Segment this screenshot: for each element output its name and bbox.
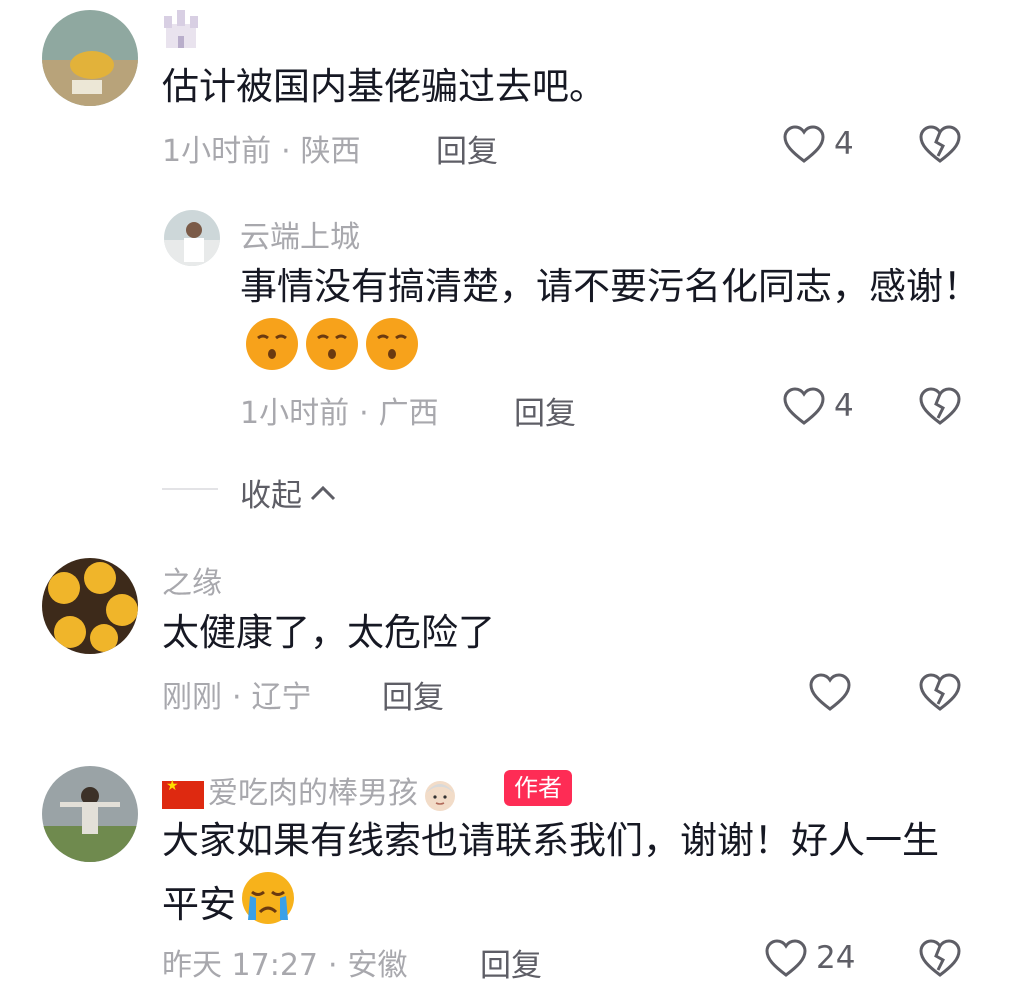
username[interactable]: 之缘 [162,558,222,602]
username[interactable]: 爱吃肉的棒男孩 [208,776,418,811]
dislike-button[interactable] [918,124,962,168]
reply-button[interactable]: 回复 [382,672,444,717]
comment-text-content: 事情没有搞清楚，请不要污名化同志，感谢！ [240,265,980,308]
like-count: 24 [816,940,856,976]
broken-heart-icon [919,125,961,163]
collapse-divider [162,488,218,490]
username-row: 爱吃肉的棒男孩 [162,768,458,813]
avatar[interactable] [42,558,138,654]
heart-icon [809,673,851,711]
dislike-button[interactable] [918,386,962,430]
username[interactable]: 云端上城 [240,212,360,256]
castle-badge [162,8,200,58]
like-button[interactable] [808,672,860,712]
like-button[interactable]: 4 [782,124,854,164]
comment-meta: 刚刚 · 辽宁 [162,680,312,715]
comment-time: 1小时前 [162,134,272,169]
boy-face-icon [425,780,455,811]
collapse-label: 收起 [240,478,302,514]
comment-meta: 昨天 17:27 · 安徽 [162,948,408,983]
comment-text: 大家如果有线索也请联系我们，谢谢！好人一生平安 [162,812,972,943]
like-button[interactable]: 24 [764,938,855,978]
reply-button[interactable]: 回复 [480,940,542,985]
comment-text: 估计被国内基佬骗过去吧。 [162,65,606,108]
reply-button[interactable]: 回复 [514,388,576,433]
avatar[interactable] [42,10,138,106]
china-flag-icon [162,778,204,809]
like-button[interactable]: 4 [782,386,854,426]
comment-text: 事情没有搞清楚，请不要污名化同志，感谢！ [240,258,980,389]
comment-time: 1小时前 [240,396,350,431]
broken-heart-icon [919,939,961,977]
dislike-button[interactable] [918,672,962,716]
comment-time: 刚刚 [162,680,222,715]
crying-emoji [240,870,296,943]
collapse-replies-button[interactable]: 收起 [240,470,338,515]
comment-location: 辽宁 [251,680,312,715]
smirk-emoji [304,316,360,389]
comment-location: 安徽 [347,948,408,983]
author-badge: 作者 [504,770,572,806]
comment-meta: 1小时前 · 陕西 [162,134,361,169]
dislike-button[interactable] [918,938,962,982]
like-count: 4 [834,126,854,162]
comment-text: 太健康了，太危险了 [162,611,495,654]
avatar[interactable] [42,766,138,862]
comment-location: 陕西 [300,134,361,169]
heart-icon [783,387,825,425]
comment-meta: 1小时前 · 广西 [240,396,439,431]
heart-icon [765,939,807,977]
reply-button[interactable]: 回复 [436,126,498,171]
comment-time: 昨天 17:27 [162,948,318,983]
chevron-up-icon [310,485,336,500]
comment-location: 广西 [378,396,439,431]
smirk-emoji [244,316,300,389]
broken-heart-icon [919,673,961,711]
heart-icon [783,125,825,163]
like-count: 4 [834,388,854,424]
smirk-emoji [364,316,420,389]
avatar[interactable] [164,210,220,266]
broken-heart-icon [919,387,961,425]
